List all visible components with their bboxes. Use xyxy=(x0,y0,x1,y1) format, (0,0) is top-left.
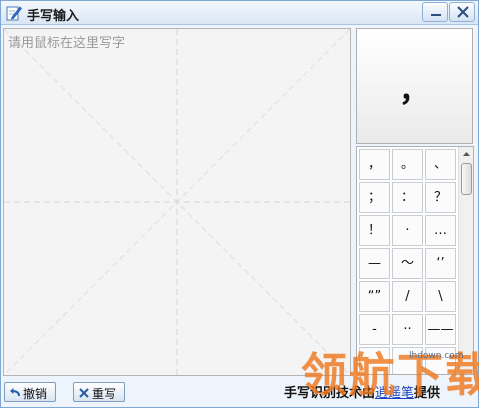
candidate-button[interactable]: ； xyxy=(359,182,390,213)
candidate-button[interactable]: · xyxy=(392,215,423,246)
powered-text: 手写识别技术由 xyxy=(284,386,376,401)
undo-label: 撤销 xyxy=(23,387,48,401)
candidate-button[interactable]: ～ xyxy=(392,248,423,279)
bottom-toolbar: 撤销 重写 手写识别技术由逍遥笔提供 xyxy=(1,377,478,407)
candidate-button[interactable]: ： xyxy=(392,182,423,213)
minimize-button[interactable] xyxy=(422,2,448,22)
close-icon xyxy=(457,6,469,18)
candidate-button[interactable] xyxy=(425,347,456,374)
scroll-thumb[interactable] xyxy=(461,163,472,195)
window-title: 手写输入 xyxy=(27,9,80,24)
candidate-button[interactable]: — xyxy=(359,248,390,279)
candidate-button[interactable] xyxy=(392,347,423,374)
candidate-button[interactable]: 。 xyxy=(392,149,423,180)
canvas-placeholder: 请用鼠标在这里写字 xyxy=(8,36,126,51)
rewrite-label: 重写 xyxy=(92,387,117,401)
writing-canvas[interactable]: 请用鼠标在这里写字 xyxy=(3,28,351,376)
candidate-button[interactable]: ！ xyxy=(359,215,390,246)
candidate-panel: ， 。 、 ； ： ？ ！ · … — ～ ‘’ “” / \ - ·· —— xyxy=(356,146,474,375)
brand-link[interactable]: 逍遥笔 xyxy=(375,386,414,401)
title-bar[interactable]: 手写输入 xyxy=(1,1,478,25)
candidate-button[interactable]: / xyxy=(392,281,423,312)
candidate-button[interactable]: “” xyxy=(359,281,390,312)
candidate-button[interactable]: ·· xyxy=(392,314,423,345)
scroll-up-icon[interactable] xyxy=(459,147,474,161)
candidate-button[interactable]: - xyxy=(359,314,390,345)
close-button[interactable] xyxy=(449,2,475,22)
powered-suffix: 提供 xyxy=(414,386,441,401)
undo-button[interactable]: 撤销 xyxy=(4,382,56,402)
candidate-button[interactable]: ‘’ xyxy=(425,248,456,279)
candidate-button[interactable]: … xyxy=(425,215,456,246)
candidate-button[interactable]: \ xyxy=(425,281,456,312)
rewrite-button[interactable]: 重写 xyxy=(73,382,125,402)
powered-by-text: 手写识别技术由逍遥笔提供 xyxy=(284,382,440,401)
recognized-preview: ， xyxy=(356,28,473,144)
minimize-icon xyxy=(431,14,441,16)
undo-icon xyxy=(10,388,20,397)
candidate-button[interactable]: —— xyxy=(425,314,456,345)
candidate-button[interactable]: ？ xyxy=(425,182,456,213)
clear-icon xyxy=(79,388,89,398)
pen-paper-icon xyxy=(6,6,22,21)
candidate-button[interactable]: 、 xyxy=(425,149,456,180)
handwriting-window: 手写输入 请用鼠标在这里写字 ， ， 。 、 ； ： ？ ！ · … — ～ ‘… xyxy=(0,0,479,408)
canvas-guide-lines xyxy=(4,29,350,375)
candidate-button[interactable]: ， xyxy=(359,149,390,180)
preview-character: ， xyxy=(399,74,429,109)
candidate-button[interactable] xyxy=(359,347,390,374)
candidate-scrollbar[interactable] xyxy=(458,147,473,374)
